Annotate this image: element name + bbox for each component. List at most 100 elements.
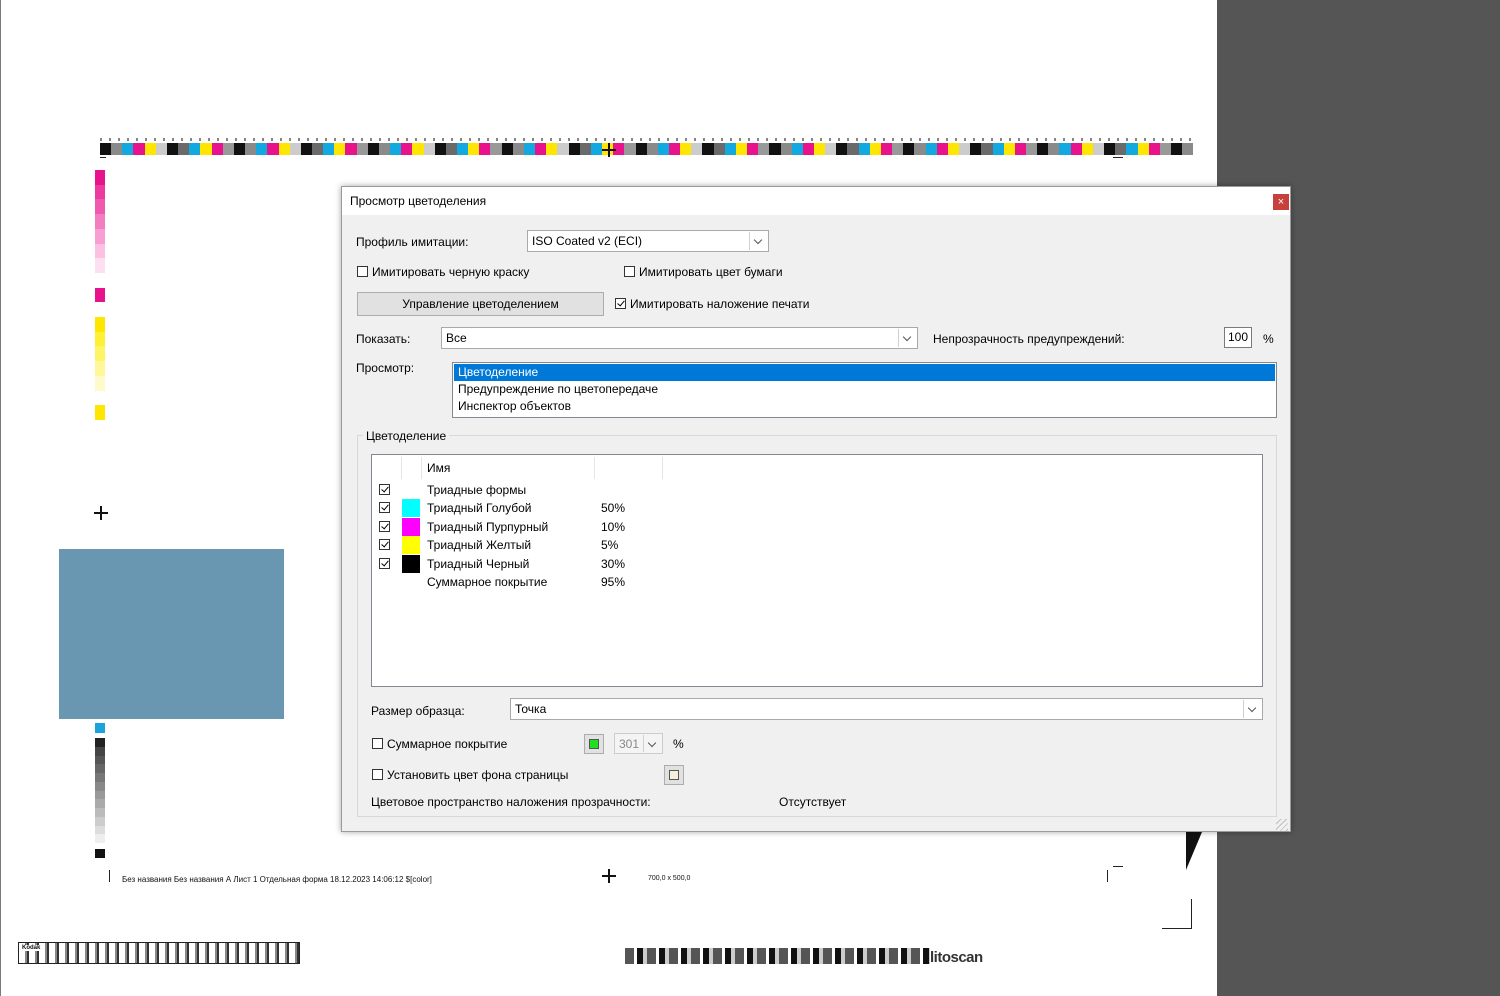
cyan-patch (95, 723, 105, 733)
total-coverage-value-select[interactable]: 301 (614, 733, 663, 754)
column-separator (594, 457, 595, 479)
color-bar-patch (747, 143, 759, 155)
separation-color-swatch (402, 554, 420, 573)
gray-bar-patch (95, 790, 105, 800)
warning-opacity-label: Непрозрачность предупреждений: (933, 332, 1125, 346)
color-bar-patch (579, 143, 591, 155)
simulate-black-checkbox[interactable] (357, 266, 368, 277)
color-bar-patch (95, 184, 105, 200)
chevron-down-icon (643, 735, 661, 752)
show-select[interactable]: Все (441, 327, 918, 349)
page-background-checkbox[interactable] (372, 769, 383, 780)
color-bar-patch (95, 405, 105, 420)
color-bar-patch (869, 143, 881, 155)
gray-bar-patch (95, 825, 105, 835)
preview-option-separations[interactable]: Цветоделение (454, 364, 1275, 381)
dialog-titlebar[interactable]: Просмотр цветоделения × (342, 187, 1290, 215)
color-bar-patch (947, 143, 960, 155)
slug-text: Без названия Без названия А Лист 1 Отдел… (122, 875, 432, 884)
chevron-down-icon (1243, 700, 1261, 718)
color-bar-patch (155, 143, 167, 155)
crop-mark (1113, 866, 1123, 867)
preview-mode-list[interactable]: Цветоделение Предупреждение по цветопере… (452, 362, 1277, 418)
gray-bar-patch (95, 808, 105, 817)
show-value: Все (446, 331, 467, 345)
page-background-color-button[interactable] (664, 765, 684, 785)
blue-rectangle-object[interactable] (59, 549, 284, 719)
color-bar-patch (434, 143, 446, 155)
color-bar-patch (423, 143, 435, 155)
simulate-paper-checkbox[interactable] (624, 266, 635, 277)
color-bar-patch (1025, 143, 1038, 155)
color-bar-patch (267, 143, 279, 155)
separation-coverage-value: 50% (601, 501, 626, 516)
preview-option-color-warning[interactable]: Предупреждение по цветопередаче (454, 381, 1275, 398)
registration-mark-icon (602, 143, 616, 157)
profile-value: ISO Coated v2 (ECI) (532, 234, 643, 248)
color-bar-patch (791, 143, 803, 155)
color-bar-patch (95, 258, 105, 273)
left-gray-scale-bar (95, 738, 105, 843)
color-bar-patch (95, 317, 105, 332)
separation-name: Триадный Черный (427, 556, 530, 571)
total-coverage-checkbox[interactable] (372, 738, 383, 749)
color-bar-patch (311, 143, 324, 155)
color-bar-patch (635, 143, 647, 155)
color-bar-patch (1070, 143, 1082, 155)
separation-color-swatch (402, 536, 420, 555)
litoscan-control-strip (625, 948, 930, 964)
show-label: Показать: (356, 332, 411, 346)
top-bar-ticks (100, 138, 1193, 141)
color-bar-patch (1104, 143, 1116, 155)
preview-option-object-inspector[interactable]: Инспектор объектов (454, 398, 1275, 415)
gray-bar-patch (95, 755, 105, 765)
total-coverage-color-button[interactable] (584, 734, 604, 754)
color-bar-patch (814, 143, 826, 155)
manage-separations-button[interactable]: Управление цветоделением (357, 292, 604, 316)
color-bar-patch (111, 143, 123, 155)
column-header-name[interactable]: Имя (427, 461, 450, 475)
color-bar-patch (144, 143, 156, 155)
color-bar-patch (95, 228, 105, 244)
profile-select[interactable]: ISO Coated v2 (ECI) (527, 230, 769, 252)
separations-preview-dialog: Просмотр цветоделения × Профиль имитации… (341, 186, 1291, 832)
color-bar-patch (512, 143, 524, 155)
color-bar-patch (95, 375, 105, 391)
separation-name: Триадный Пурпурный (427, 519, 549, 534)
color-bar-patch (847, 143, 859, 155)
color-bar-patch (100, 143, 112, 155)
separation-visible-checkbox[interactable] (379, 557, 390, 569)
simulate-paper-label: Имитировать цвет бумаги (639, 265, 783, 279)
color-bar-patch (646, 143, 658, 155)
close-button[interactable]: × (1273, 194, 1289, 210)
resize-grip-icon[interactable] (1276, 819, 1288, 831)
color-bar-patch (345, 143, 357, 155)
color-bar-patch (300, 143, 312, 155)
color-bar-patch (1115, 143, 1127, 155)
color-bar-patch (657, 143, 669, 155)
color-bar-patch (1137, 143, 1149, 155)
separation-visible-checkbox[interactable] (379, 520, 390, 532)
color-bar-patch (914, 143, 926, 155)
warning-opacity-input[interactable]: 100 (1224, 327, 1252, 348)
color-bar-patch (457, 143, 469, 155)
color-bar-patch (523, 143, 536, 155)
dialog-title: Просмотр цветоделения (350, 194, 487, 208)
color-bar-patch (1059, 143, 1071, 155)
separation-visible-checkbox[interactable] (379, 539, 390, 551)
simulate-black-label: Имитировать черную краску (372, 265, 530, 279)
color-bar-patch (245, 143, 257, 155)
color-bar-patch (211, 143, 223, 155)
sample-size-value: Точка (515, 702, 547, 716)
document-left-edge (0, 0, 1, 996)
separation-visible-checkbox[interactable] (379, 502, 390, 514)
sample-size-select[interactable]: Точка (510, 698, 1263, 720)
simulate-overprint-checkbox[interactable] (615, 298, 626, 309)
color-bar-patch (390, 143, 402, 155)
color-bar-patch (936, 143, 948, 155)
percent-label: % (1263, 332, 1274, 346)
color-bar-patch (769, 143, 781, 155)
color-bar-patch (412, 143, 424, 155)
separation-visible-checkbox[interactable] (379, 484, 390, 495)
color-bar-patch (222, 143, 234, 155)
